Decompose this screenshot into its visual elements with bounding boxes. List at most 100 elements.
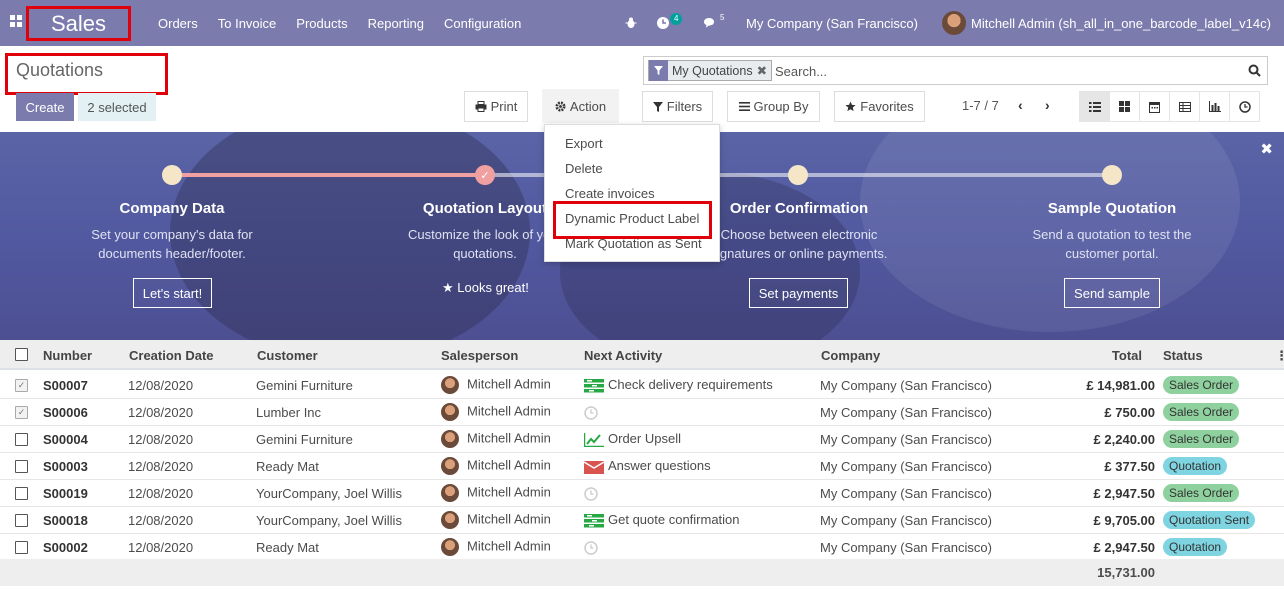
action-button[interactable]: Action: [542, 89, 619, 123]
menu-products[interactable]: Products: [286, 16, 357, 31]
col-salesperson[interactable]: Salesperson: [441, 348, 518, 363]
row-date: 12/08/2020: [128, 378, 194, 393]
send-sample-button[interactable]: Send sample: [1064, 278, 1160, 308]
search-input[interactable]: Search...: [775, 64, 827, 79]
progress-line-done: [172, 173, 485, 177]
search-facet[interactable]: My Quotations ✖: [648, 60, 773, 81]
user-avatar[interactable]: [942, 0, 966, 46]
debug-bug-icon[interactable]: [625, 0, 637, 46]
row-date: 12/08/2020: [128, 459, 194, 474]
menu-orders[interactable]: Orders: [148, 16, 208, 31]
top-navbar: Sales Orders To Invoice Products Reporti…: [0, 0, 1284, 46]
create-button[interactable]: Create: [16, 93, 74, 121]
user-menu[interactable]: Mitchell Admin (sh_all_in_one_barcode_la…: [971, 0, 1271, 46]
banner-close-icon[interactable]: ✖: [1260, 140, 1273, 158]
row-checkbox[interactable]: ✓: [15, 406, 28, 419]
row-next-activity[interactable]: [584, 539, 608, 555]
clock-icon[interactable]: [584, 405, 604, 420]
col-status[interactable]: Status: [1163, 348, 1203, 363]
menu-item-delete[interactable]: Delete: [565, 161, 603, 176]
row-next-activity[interactable]: Get quote confirmation: [584, 512, 740, 528]
activity-clock-icon[interactable]: [656, 0, 670, 46]
table-footer: 15,731.00: [0, 559, 1284, 586]
print-button[interactable]: Print: [464, 91, 528, 122]
groupby-button[interactable]: Group By: [727, 91, 820, 122]
table-row[interactable]: S00018 12/08/2020 YourCompany, Joel Willis…: [0, 507, 1284, 534]
task-icon[interactable]: [584, 513, 604, 528]
graph-view-icon[interactable]: [1199, 91, 1230, 122]
clock-icon[interactable]: [584, 486, 604, 501]
messages-icon[interactable]: [703, 0, 717, 46]
row-checkbox[interactable]: ✓: [15, 379, 28, 392]
filters-button[interactable]: Filters: [642, 91, 713, 122]
status-badge: Sales Order: [1163, 484, 1240, 502]
kanban-view-icon[interactable]: [1109, 91, 1140, 122]
status-badge: Quotation: [1163, 457, 1228, 475]
list-view-icon[interactable]: [1079, 91, 1110, 122]
pager-next-icon[interactable]: ›: [1045, 97, 1050, 113]
set-payments-button[interactable]: Set payments: [749, 278, 848, 308]
envelope-icon[interactable]: [583, 460, 605, 474]
pager-value[interactable]: 1-7 / 7: [962, 98, 999, 113]
select-all-checkbox[interactable]: [15, 348, 28, 361]
task-icon[interactable]: [584, 378, 604, 393]
table-row[interactable]: ✓ S00006 12/08/2020 Lumber Inc Mitchell Admi…: [0, 399, 1284, 426]
col-total[interactable]: Total: [1112, 348, 1142, 363]
row-checkbox[interactable]: [15, 460, 28, 473]
col-company[interactable]: Company: [821, 348, 880, 363]
favorites-label: Favorites: [860, 99, 914, 114]
row-checkbox[interactable]: [15, 514, 28, 527]
looks-great-label: ★ Looks great!: [442, 280, 529, 295]
menu-item-create-invoices[interactable]: Create invoices: [565, 186, 655, 201]
table-row[interactable]: S00019 12/08/2020 YourCompany, Joel Willis…: [0, 480, 1284, 507]
row-total: £ 750.00: [1104, 405, 1155, 420]
table-row[interactable]: S00003 12/08/2020 Ready Mat Mitchell Admin A…: [0, 453, 1284, 480]
column-options-icon[interactable]: ⋮: [1275, 348, 1284, 364]
row-total: £ 2,240.00: [1093, 432, 1155, 447]
row-next-activity[interactable]: [584, 404, 608, 420]
row-date: 12/08/2020: [128, 405, 194, 420]
row-next-activity[interactable]: Order Upsell: [583, 431, 681, 447]
row-customer: Gemini Furniture: [256, 432, 353, 447]
row-next-activity[interactable]: [584, 485, 608, 501]
gear-icon: [555, 100, 566, 112]
row-checkbox[interactable]: [15, 487, 28, 500]
activity-count-badge: 4: [670, 13, 683, 25]
facet-remove-icon[interactable]: ✖: [757, 63, 767, 78]
avatar: [441, 538, 459, 556]
clock-icon[interactable]: [584, 540, 604, 555]
activity-view-icon[interactable]: [1229, 91, 1260, 122]
message-count-badge: 5: [720, 13, 725, 22]
col-creation-date[interactable]: Creation Date: [129, 348, 214, 363]
lets-start-button[interactable]: Let's start!: [133, 278, 212, 308]
avatar: [441, 430, 459, 448]
search-bar[interactable]: My Quotations ✖ Search...: [643, 56, 1268, 85]
menu-configuration[interactable]: Configuration: [434, 16, 531, 31]
col-number[interactable]: Number: [43, 348, 92, 363]
pager-prev-icon[interactable]: ‹: [1018, 97, 1023, 113]
chart-icon[interactable]: [583, 432, 604, 447]
row-next-activity[interactable]: Answer questions: [583, 458, 711, 474]
calendar-view-icon[interactable]: [1139, 91, 1170, 122]
company-switcher[interactable]: My Company (San Francisco): [746, 0, 918, 46]
row-customer: YourCompany, Joel Willis: [256, 513, 402, 528]
pivot-view-icon[interactable]: [1169, 91, 1200, 122]
facet-label: My Quotations: [672, 63, 753, 78]
menu-to-invoice[interactable]: To Invoice: [208, 16, 287, 31]
app-brand[interactable]: Sales: [26, 6, 131, 41]
search-icon[interactable]: [1248, 64, 1261, 77]
col-next-activity[interactable]: Next Activity: [584, 348, 662, 363]
step-dot-company: [162, 165, 182, 185]
table-row[interactable]: ✓ S00007 12/08/2020 Gemini Furniture Mitchel…: [0, 372, 1284, 399]
menu-item-export[interactable]: Export: [565, 136, 603, 151]
row-checkbox[interactable]: [15, 433, 28, 446]
step-title-sample: Sample Quotation: [1047, 200, 1177, 217]
row-checkbox[interactable]: [15, 541, 28, 554]
table-row[interactable]: S00004 12/08/2020 Gemini Furniture Mitchell…: [0, 426, 1284, 453]
menu-reporting[interactable]: Reporting: [358, 16, 434, 31]
apps-menu-icon[interactable]: [10, 15, 22, 27]
col-customer[interactable]: Customer: [257, 348, 318, 363]
favorites-button[interactable]: Favorites: [834, 91, 925, 122]
row-next-activity[interactable]: Check delivery requirements: [584, 377, 773, 393]
table-row[interactable]: S00002 12/08/2020 Ready Mat Mitchell Admin M…: [0, 534, 1284, 561]
